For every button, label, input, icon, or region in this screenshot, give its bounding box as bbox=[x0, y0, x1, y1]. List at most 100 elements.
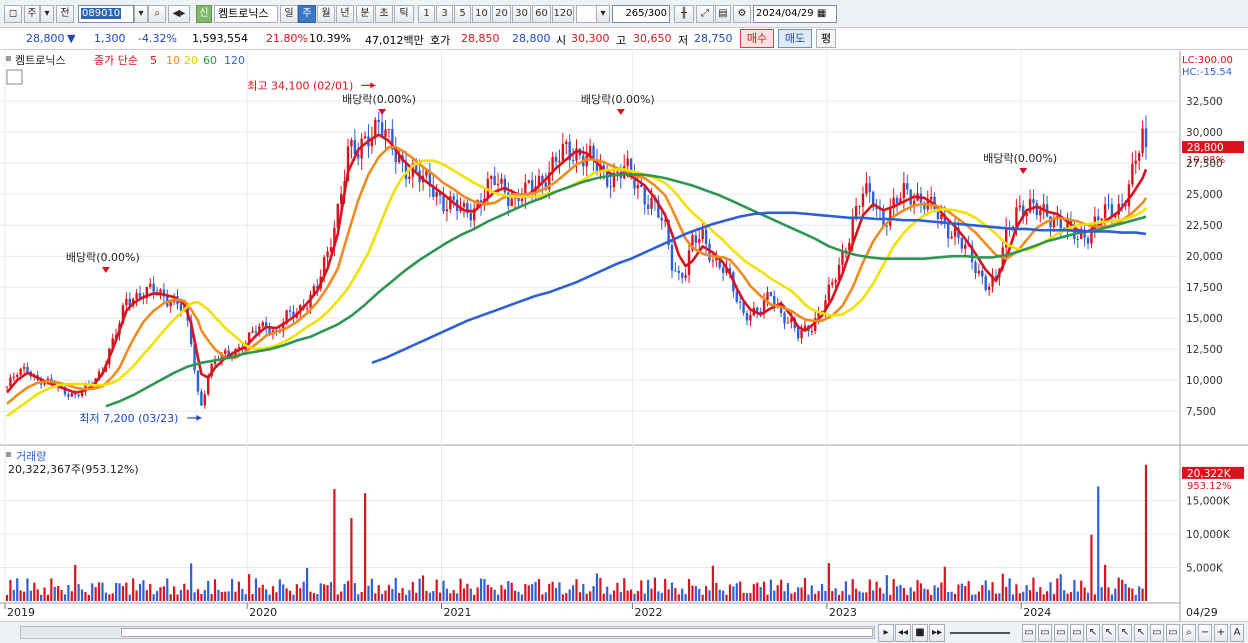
volume-bar bbox=[994, 593, 998, 601]
interval-120[interactable]: 120 bbox=[552, 5, 574, 23]
volume-bar bbox=[333, 489, 336, 601]
volume-bar bbox=[674, 588, 677, 601]
volume-bar bbox=[810, 585, 813, 601]
scroll-right-icon[interactable]: ▸ bbox=[878, 624, 894, 642]
interval-30[interactable]: 30 bbox=[512, 5, 531, 23]
period-dropdown-icon[interactable]: ▾ bbox=[40, 5, 54, 23]
volume-bar bbox=[1001, 573, 1004, 601]
open-label: 시 bbox=[556, 34, 567, 47]
volume-bar bbox=[913, 591, 916, 601]
volume-bar bbox=[40, 594, 43, 601]
period-tick[interactable]: 틱 bbox=[394, 5, 414, 23]
interval-10[interactable]: 10 bbox=[472, 5, 491, 23]
zoom-in-icon[interactable]: + bbox=[1214, 624, 1228, 642]
volume-bar bbox=[19, 590, 22, 601]
grid-toggle-icon[interactable] bbox=[6, 69, 23, 85]
interval-3[interactable]: 3 bbox=[436, 5, 453, 23]
period-second[interactable]: 초 bbox=[375, 5, 393, 23]
volume-bar bbox=[633, 593, 636, 601]
calendar-icon[interactable]: ▦ bbox=[817, 8, 826, 19]
cursor-icon-2[interactable]: ↖ bbox=[1102, 624, 1116, 642]
average-button[interactable]: 평 bbox=[816, 29, 836, 48]
volume-bar bbox=[773, 590, 776, 601]
price-chart[interactable]: 최고 34,100 (02/01) 최저 7,200 (03/23) 배당락(0.0… bbox=[0, 51, 1248, 621]
layout-icon-2[interactable]: ▭ bbox=[1038, 624, 1052, 642]
speaker-icon[interactable]: ◀▸ bbox=[168, 5, 190, 23]
period-month[interactable]: 월 bbox=[317, 5, 335, 23]
zoom-icon[interactable]: ⌕ bbox=[1182, 624, 1196, 642]
period-select[interactable]: 주 bbox=[24, 5, 40, 23]
scroll-start-icon[interactable]: ◂◂ bbox=[895, 624, 911, 642]
interval-1-label: 1 bbox=[423, 8, 430, 19]
volume-bar bbox=[50, 578, 53, 601]
candle-body bbox=[224, 350, 227, 354]
cursor-icon-1[interactable]: ↖ bbox=[1086, 624, 1100, 642]
period-minute[interactable]: 분 bbox=[356, 5, 374, 23]
chart-window-icon[interactable]: ◻ bbox=[4, 5, 22, 23]
volume-bar bbox=[797, 587, 800, 601]
stock-code-input[interactable]: 089010 bbox=[78, 5, 134, 23]
volume-bar bbox=[404, 594, 408, 601]
save-icon[interactable]: ▤ bbox=[715, 5, 731, 23]
volume-bar bbox=[582, 584, 585, 601]
volume-bar bbox=[1032, 577, 1035, 601]
candle-body bbox=[350, 139, 353, 147]
code-dropdown-icon[interactable]: ▾ bbox=[134, 5, 148, 23]
sell-button[interactable]: 매도 bbox=[778, 29, 812, 48]
buy-button[interactable]: 매수 bbox=[740, 29, 774, 48]
zoom-out-icon[interactable]: − bbox=[1198, 624, 1212, 642]
volume-bar bbox=[190, 563, 193, 601]
volume-bar bbox=[612, 590, 616, 601]
search-icon[interactable]: ⌕ bbox=[148, 5, 166, 23]
interval-20[interactable]: 20 bbox=[492, 5, 511, 23]
period-week[interactable]: 주 bbox=[298, 5, 316, 23]
cursor-icon-3[interactable]: ↖ bbox=[1118, 624, 1132, 642]
layout-icon-6[interactable]: ▭ bbox=[1166, 624, 1180, 642]
interval-5[interactable]: 5 bbox=[454, 5, 471, 23]
volume-bar bbox=[456, 593, 459, 601]
toolbar: ◻ 주 ▾ 전 089010 ▾ ⌕ ◀▸ 신 켐트로닉스 일 주 월 년 분 … bbox=[0, 0, 1248, 28]
candle-body bbox=[571, 160, 575, 162]
date-input[interactable]: 2024/04/29 ▦ bbox=[753, 5, 837, 23]
layout-icon-3[interactable]: ▭ bbox=[1054, 624, 1068, 642]
text-size-icon[interactable]: A bbox=[1230, 624, 1244, 642]
candle-body bbox=[496, 183, 500, 185]
volume-bar bbox=[230, 578, 234, 601]
candle-body bbox=[984, 276, 987, 290]
candle-body bbox=[1032, 199, 1035, 204]
period-day[interactable]: 일 bbox=[280, 5, 298, 23]
zoom-slider[interactable] bbox=[950, 632, 1010, 634]
layout-icon-1[interactable]: ▭ bbox=[1022, 624, 1036, 642]
candle-body bbox=[981, 270, 984, 277]
candle-body bbox=[1107, 204, 1110, 206]
volume-bar bbox=[282, 584, 285, 601]
scrollbar-track[interactable] bbox=[20, 626, 875, 639]
candle-type-icon[interactable]: ╫ bbox=[674, 5, 694, 23]
prev-button[interactable]: 전 bbox=[56, 5, 74, 23]
volume-bar bbox=[1025, 585, 1028, 601]
volume-current: 20,322,367주(953.12%) bbox=[8, 463, 139, 476]
stop-icon[interactable]: ■ bbox=[912, 624, 928, 642]
layout-icon-4[interactable]: ▭ bbox=[1070, 624, 1084, 642]
count-input[interactable]: 265/300 bbox=[612, 5, 670, 23]
volume-bar bbox=[875, 581, 878, 601]
line-tool-icon[interactable]: ⤢ bbox=[696, 5, 714, 23]
price-tick-label: 20,000 bbox=[1186, 251, 1223, 263]
volume-bar bbox=[780, 579, 783, 601]
period-year[interactable]: 년 bbox=[336, 5, 354, 23]
volume-bar bbox=[152, 594, 155, 601]
gear-icon[interactable]: ⚙ bbox=[733, 5, 751, 23]
volume-bar bbox=[742, 592, 745, 601]
layout-icon-5[interactable]: ▭ bbox=[1150, 624, 1164, 642]
cursor-icon-4[interactable]: ↖ bbox=[1134, 624, 1148, 642]
volume-bar bbox=[711, 565, 715, 601]
interval-dropdown-icon[interactable]: ▾ bbox=[596, 5, 610, 23]
volume-bar bbox=[895, 586, 899, 601]
candle-body bbox=[1039, 210, 1042, 216]
interval-1[interactable]: 1 bbox=[418, 5, 435, 23]
scrollbar-thumb[interactable] bbox=[121, 628, 873, 637]
volume-bar bbox=[1052, 594, 1056, 601]
interval-60[interactable]: 60 bbox=[532, 5, 551, 23]
scroll-end-icon[interactable]: ▸▸ bbox=[929, 624, 945, 642]
volume-bar bbox=[9, 579, 12, 601]
